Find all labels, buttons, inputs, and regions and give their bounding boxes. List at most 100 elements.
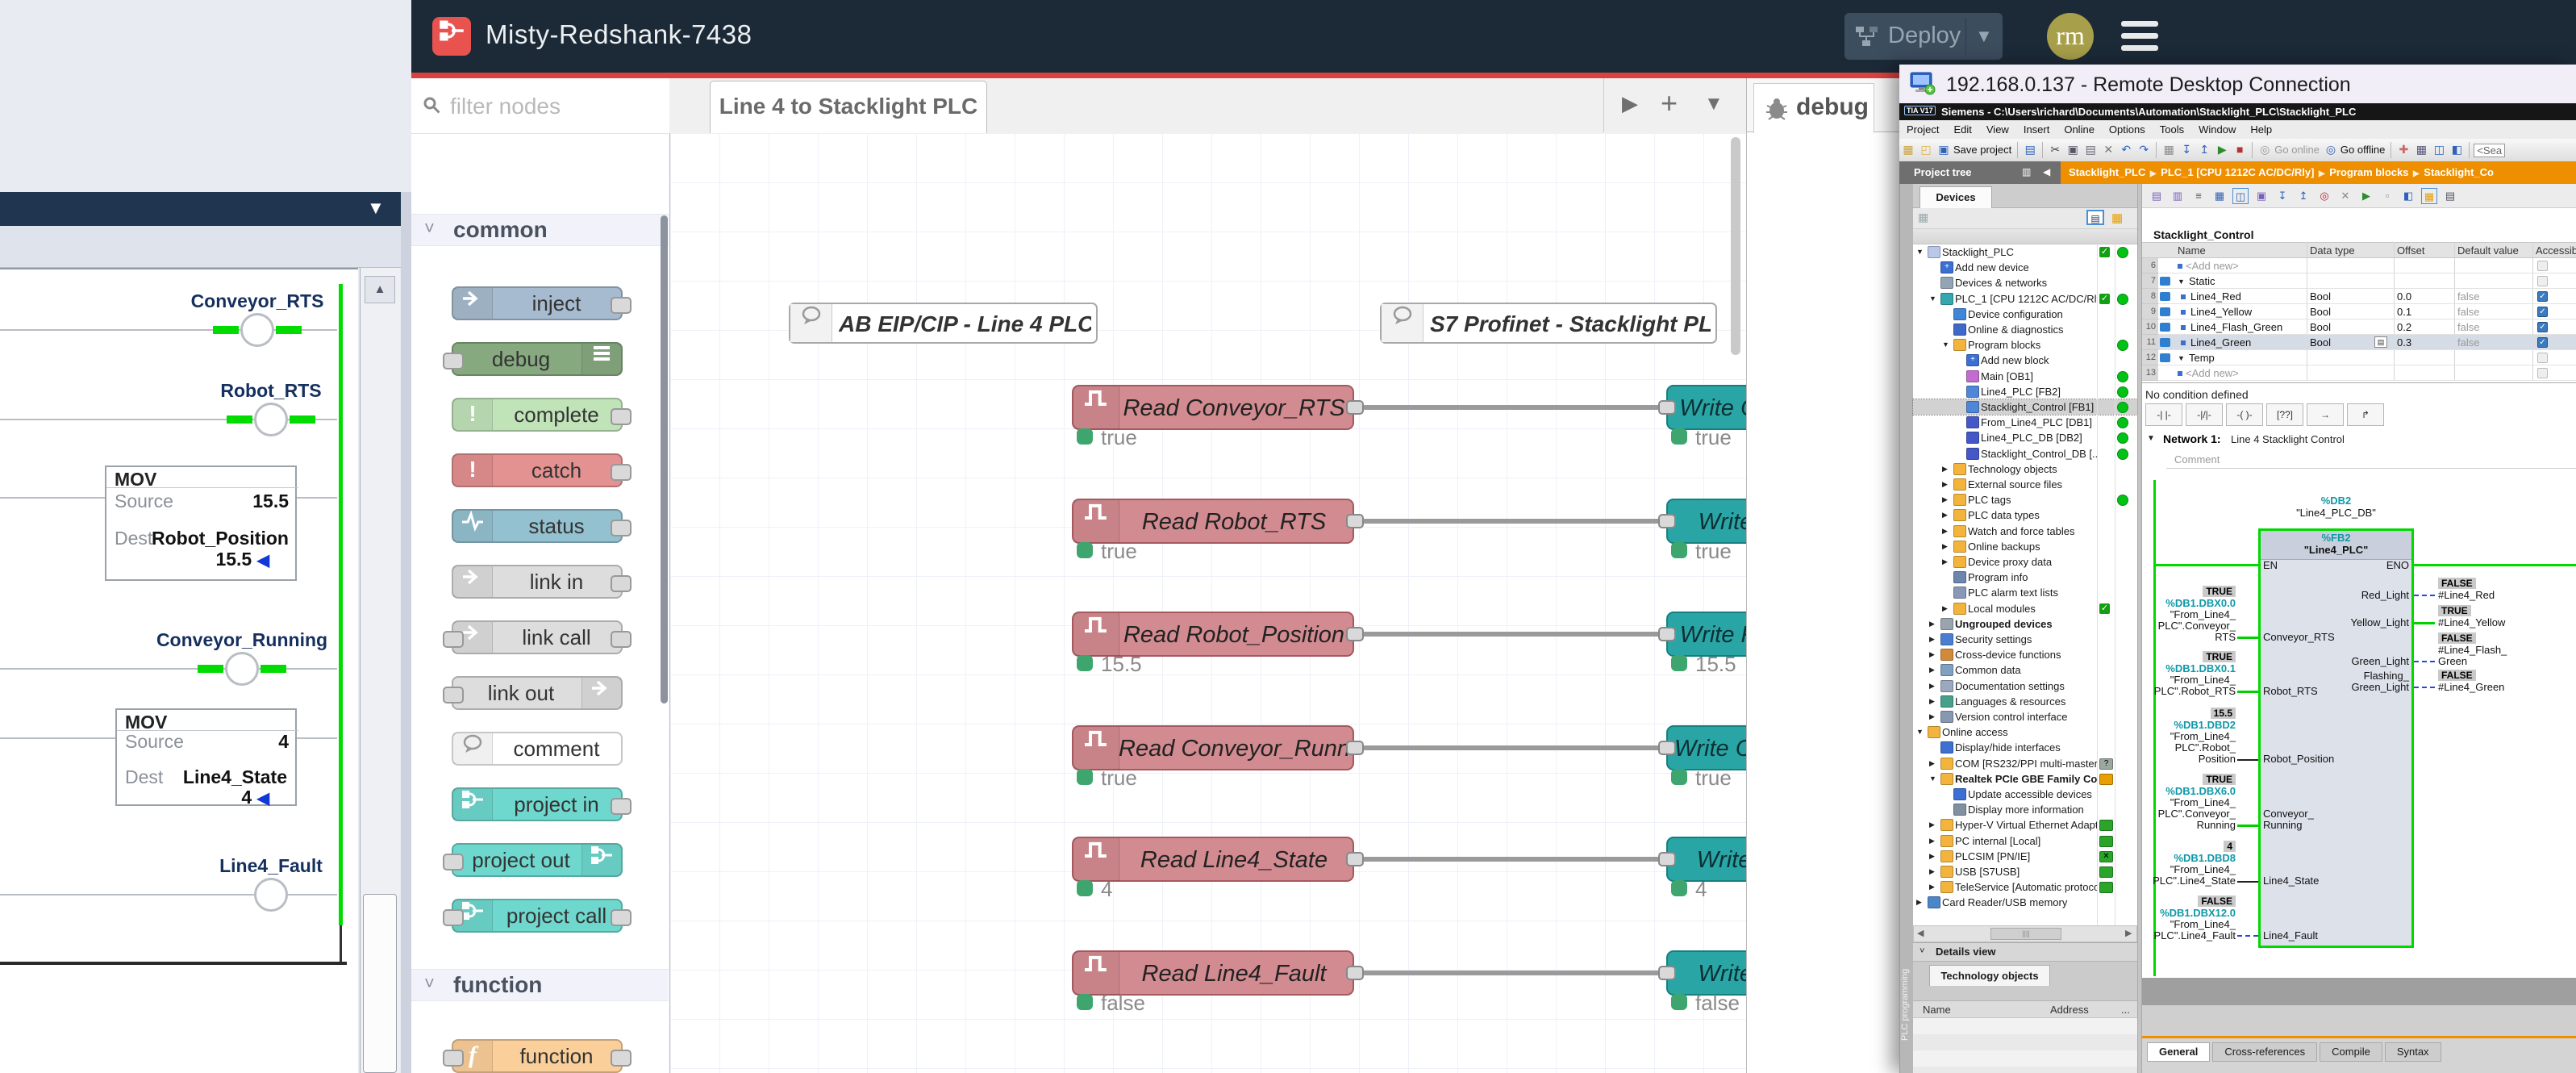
network-collapse-icon[interactable]: ▼ xyxy=(2147,434,2157,444)
node-output-port[interactable] xyxy=(611,297,631,314)
node-output-port[interactable] xyxy=(611,464,631,481)
tree-item-documentation-settings[interactable]: ▶Documentation settings xyxy=(1913,678,2137,694)
tree-item-add-new-block[interactable]: +Add new block xyxy=(1913,353,2137,368)
output-coil[interactable] xyxy=(240,313,274,347)
breadcrumb-segment[interactable]: Stacklight_PLC xyxy=(2069,166,2145,178)
block-toolbar-icon-13[interactable]: ▦ xyxy=(2421,188,2437,204)
expand-caret-icon[interactable]: ▼ xyxy=(1929,774,1936,783)
project-tree-header[interactable]: Project tree ▥ ◀ xyxy=(1899,161,2061,184)
debug-tab[interactable]: debug xyxy=(1753,83,1874,133)
tab-list-caret-icon[interactable]: ▼ xyxy=(1704,93,1724,115)
block-toolbar-icon-1[interactable]: ▥ xyxy=(2170,188,2186,204)
node-input-port[interactable] xyxy=(443,854,464,871)
save-project-button[interactable]: Save project xyxy=(1953,144,2011,156)
tree-item-program-blocks[interactable]: ▼Program blocks xyxy=(1913,337,2137,353)
output-coil[interactable] xyxy=(254,878,288,912)
normally-open-contact-button[interactable]: -| |- xyxy=(2145,403,2182,426)
block-toolbar-icon-6[interactable]: ↧ xyxy=(2274,188,2290,204)
tree-orange-view-icon[interactable]: ▦ xyxy=(2111,211,2123,225)
expand-caret-icon[interactable]: ▶ xyxy=(1929,883,1935,891)
flow-node-Read-Line4_Fault[interactable]: Read Line4_Fault xyxy=(1072,950,1354,996)
palette-section-function[interactable]: ˅function xyxy=(411,969,669,1001)
breadcrumb[interactable]: Stacklight_PLC ▶ PLC_1 [CPU 1212C AC/DC/… xyxy=(2061,161,2576,184)
tree-item-usb-s7usb-[interactable]: ▶USB [S7USB] xyxy=(1913,864,2137,879)
palette-node-project-out[interactable]: project out xyxy=(452,843,623,877)
close-branch-button[interactable]: ↱ xyxy=(2347,403,2384,426)
save-project-icon[interactable]: ▣ xyxy=(1936,141,1952,157)
block-toolbar-icon-11[interactable]: ▫ xyxy=(2379,188,2395,204)
datatype-dropdown-icon[interactable]: ▤ xyxy=(2374,336,2387,348)
output-coil[interactable] xyxy=(225,652,259,686)
node-output-port[interactable] xyxy=(1346,852,1364,866)
palette-search-input[interactable] xyxy=(448,90,653,123)
node-input-port[interactable] xyxy=(443,909,464,926)
node-output-port[interactable] xyxy=(1346,627,1364,641)
ladder-pane-collapse-icon[interactable]: ▼ xyxy=(367,198,385,219)
canvas-scrollbar-thumb[interactable] xyxy=(1731,137,1740,355)
mov-instruction[interactable]: MOVSource4DestLine4_State4 ◀ xyxy=(115,708,297,806)
scroll-up-icon[interactable]: ▲ xyxy=(365,276,395,303)
node-output-port[interactable] xyxy=(611,798,631,815)
accessible-checkbox[interactable] xyxy=(2537,353,2548,363)
expand-caret-icon[interactable]: ▼ xyxy=(1942,340,1949,349)
flow-canvas[interactable]: AB EIP/CIP - Line 4 PLCS7 Profinet - Sta… xyxy=(670,133,1746,1073)
download-to-device-icon[interactable]: ↧ xyxy=(2178,141,2195,157)
menu-project[interactable]: Project xyxy=(1899,120,1946,136)
tree-item-add-new-device[interactable]: +Add new device xyxy=(1913,260,2137,275)
expand-caret-icon[interactable]: ▶ xyxy=(1929,682,1935,691)
tree-item-pc-internal-local-[interactable]: ▶PC internal [Local] xyxy=(1913,833,2137,849)
node-input-port[interactable] xyxy=(443,631,464,648)
window-split-icon[interactable]: ◫ xyxy=(2431,141,2447,157)
palette-node-complete[interactable]: !complete xyxy=(452,398,623,432)
table-row[interactable]: ▼Static xyxy=(2158,273,2576,289)
tree-hscroll-thumb[interactable]: |||| xyxy=(1990,928,2061,940)
expand-caret-icon[interactable]: ▶ xyxy=(1942,465,1948,474)
ladder-canvas[interactable]: Conveyor_RTSRobot_RTSMOVSource15.5DestRo… xyxy=(0,268,358,1073)
breadcrumb-segment[interactable]: Program blocks xyxy=(2329,166,2408,178)
block-toolbar-icon-8[interactable]: ◎ xyxy=(2316,188,2332,204)
expand-caret-icon[interactable]: ▶ xyxy=(1942,511,1948,520)
node-output-port[interactable] xyxy=(1346,400,1364,415)
tree-item-line4-plc-fb2-[interactable]: Line4_PLC [FB2] xyxy=(1913,384,2137,399)
tree-item-card-reader-usb-memory[interactable]: ▶Card Reader/USB memory xyxy=(1913,895,2137,910)
collapse-panel-icon[interactable]: ◀ xyxy=(2043,166,2050,177)
menu-edit[interactable]: Edit xyxy=(1946,120,1978,136)
upload-from-device-icon[interactable]: ↥ xyxy=(2196,141,2212,157)
expand-caret-icon[interactable]: ▶ xyxy=(1929,620,1935,628)
menu-options[interactable]: Options xyxy=(2102,120,2153,136)
ladder-scrollbar-thumb[interactable] xyxy=(363,894,397,1073)
block-toolbar-icon-7[interactable]: ↥ xyxy=(2295,188,2311,204)
start-cpu-icon[interactable]: ▶ xyxy=(2214,141,2230,157)
menu-online[interactable]: Online xyxy=(2057,120,2102,136)
node-input-port[interactable] xyxy=(1658,741,1676,755)
new-project-icon[interactable]: ▦ xyxy=(1900,141,1916,157)
node-input-port[interactable] xyxy=(1658,400,1676,415)
tree-item-watch-and-force-tables[interactable]: ▶Watch and force tables xyxy=(1913,524,2137,539)
tree-item-line4-plc-db-db2-[interactable]: Line4_PLC_DB [DB2] xyxy=(1913,430,2137,445)
tree-item-technology-objects[interactable]: ▶Technology objects xyxy=(1913,461,2137,477)
tree-item-online-access[interactable]: ▼Online access xyxy=(1913,724,2137,740)
expand-caret-icon[interactable]: ▶ xyxy=(1929,666,1935,674)
expand-caret-icon[interactable]: ▶ xyxy=(1916,898,1922,907)
mov-instruction[interactable]: MOVSource15.5DestRobot_Position15.5 ◀ xyxy=(105,466,297,581)
node-output-port[interactable] xyxy=(611,575,631,592)
tree-item-program-info[interactable]: Program info xyxy=(1913,570,2137,585)
node-output-port[interactable] xyxy=(1346,966,1364,980)
palette-node-link-out[interactable]: link out xyxy=(452,676,623,710)
expand-caret-icon[interactable]: ▼ xyxy=(1929,294,1936,303)
node-output-port[interactable] xyxy=(1346,514,1364,528)
node-input-port[interactable] xyxy=(443,687,464,704)
expand-caret-icon[interactable]: ▶ xyxy=(1929,867,1935,876)
tree-item-plc-1-cpu-1212c-ac-dc-rly-[interactable]: ▼PLC_1 [CPU 1212C AC/DC/Rly]✓ xyxy=(1913,291,2137,307)
tree-item-plc-alarm-text-lists[interactable]: PLC alarm text lists xyxy=(1913,585,2137,600)
palette-node-project-in[interactable]: project in xyxy=(452,787,623,821)
accessible-checkbox[interactable]: ✓ xyxy=(2537,291,2548,302)
table-row[interactable]: Line4_Flash_GreenBool0.2false✓ xyxy=(2158,319,2576,335)
flow-tab[interactable]: Line 4 to Stacklight PLC xyxy=(710,81,987,134)
tree-item-common-data[interactable]: ▶Common data xyxy=(1913,662,2137,678)
block-toolbar-icon-4[interactable]: ◫ xyxy=(2232,188,2249,204)
normally-closed-contact-button[interactable]: -|/|- xyxy=(2186,403,2223,426)
deploy-button[interactable]: Deploy ▼ xyxy=(1844,13,2003,60)
details-collapse-icon[interactable]: ˅ xyxy=(1919,946,1924,956)
empty-box-button[interactable]: [??] xyxy=(2266,403,2303,426)
